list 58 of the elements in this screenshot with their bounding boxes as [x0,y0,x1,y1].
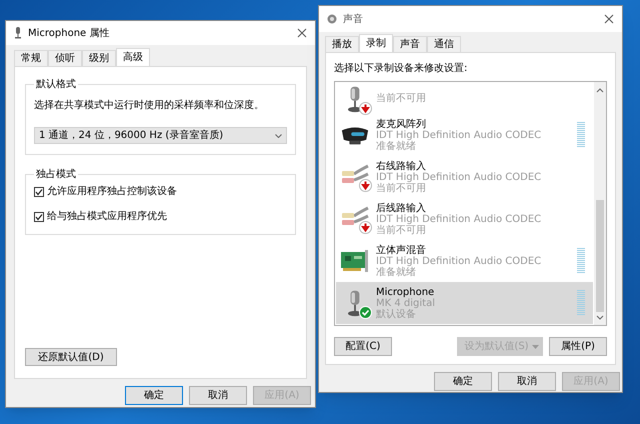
tab[interactable]: 侦听 [48,50,82,66]
device-status: 当前不可用 [376,224,427,236]
down-arrow-badge-icon [359,179,372,192]
device-status: 准备就绪 [376,140,417,152]
format-dropdown[interactable]: 1 通道，24 位，96000 Hz (录音室音质) [34,127,287,144]
tab[interactable]: 声音 [393,36,427,52]
tab[interactable]: 通信 [427,36,461,52]
group-label: 独占模式 [35,168,77,182]
device-name: 立体声混音 [376,244,427,256]
device-name: 后线路输入 [376,202,427,214]
sound-card-icon [340,249,370,273]
device-status: 当前不可用 [376,182,427,194]
group-label: 默认格式 [35,78,77,92]
dialog-button[interactable]: 确定 [434,372,492,391]
device-driver: MK 4 digital [376,298,436,308]
level-meter-icon [577,248,585,274]
down-arrow-badge-icon [359,221,372,234]
microphone-icon [14,27,22,39]
device-name: 麦克风阵列 [376,118,427,130]
close-icon[interactable] [297,28,307,38]
device-list[interactable] [334,81,607,326]
window-title: Microphone 属性 [28,26,110,40]
caret-icon [532,344,539,348]
device-name: 右线路输入 [376,160,427,172]
tab[interactable]: 录制 [359,34,393,52]
description-text: 选择在共享模式中运行时使用的采样频率和位深度。 [34,98,265,113]
level-meter-icon [577,290,585,316]
dialog-button[interactable]: 确定 [125,386,183,405]
device-name: Microphone [376,286,436,298]
device-status: 准备就绪 [376,266,417,278]
scrollbar-drawing[interactable] [594,82,606,325]
dialog-button[interactable]: 属性(P) [549,337,607,356]
tab[interactable]: 常规 [14,50,48,66]
device-driver: IDT High Definition Audio CODEC [376,214,542,224]
device-driver: IDT High Definition Audio CODEC [376,172,542,182]
checkbox[interactable] [34,212,44,222]
chevron-down-icon [275,134,282,138]
restore-defaults-button[interactable]: 还原默认值(D) [25,348,117,366]
checkmark-badge-icon [359,306,372,319]
instruction-text: 选择以下录制设备来修改设置: [334,62,468,76]
level-meter-icon [577,122,585,148]
dialog-button[interactable]: 取消 [498,372,556,391]
tab[interactable]: 高级 [116,48,150,66]
tab[interactable]: 级别 [82,50,116,66]
dialog-button[interactable]: 取消 [189,386,247,405]
window-title: 声音 [343,12,364,26]
device-row[interactable]: Microphone MK 4 digital 默认设备 [336,282,593,324]
checkbox-label: 给与独占模式应用程序优先 [47,210,167,224]
close-icon[interactable] [604,14,614,24]
device-driver: IDT High Definition Audio CODEC [376,256,542,266]
tab[interactable]: 播放 [325,36,359,52]
checkbox-label: 允许应用程序独占控制该设备 [47,184,177,199]
device-status: 当前不可用 [376,93,427,104]
down-arrow-badge-icon [359,102,372,114]
dialog-button[interactable]: 配置(C) [334,337,392,356]
checkbox[interactable] [34,186,44,196]
device-status: 默认设备 [376,308,417,320]
device-driver: IDT High Definition Audio CODEC [376,130,542,140]
